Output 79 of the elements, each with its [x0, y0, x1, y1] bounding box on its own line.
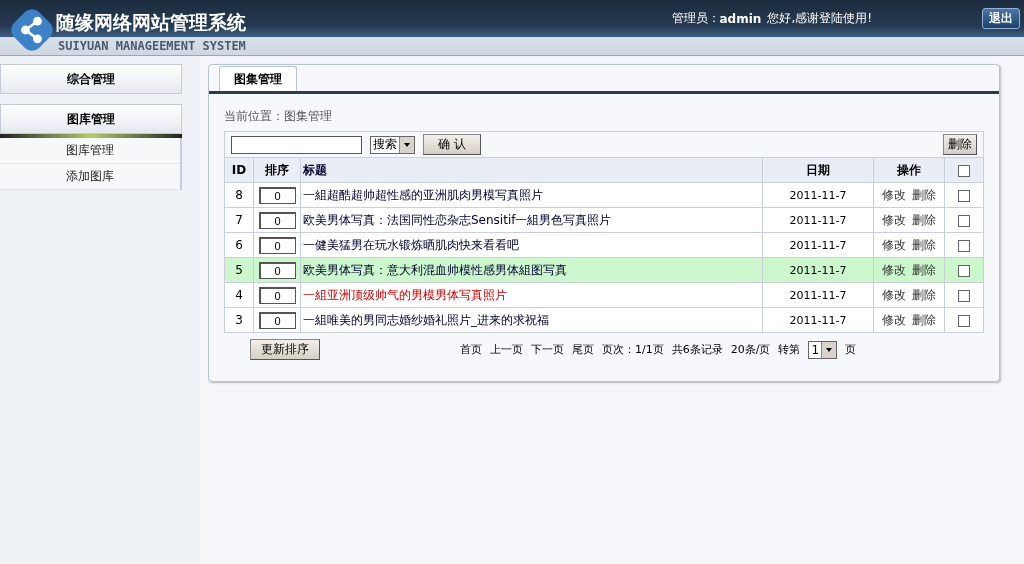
greeting-text: 您好,感谢登陆使用! [767, 10, 872, 27]
table-cell: 2011-11-7 [762, 257, 874, 283]
site-title: 随缘网络网站管理系统 [56, 9, 246, 35]
page-info-text: 页次：1/1页 [602, 342, 664, 357]
page-select[interactable]: 1 [808, 340, 838, 359]
table-cell: 3 [224, 307, 254, 333]
edit-link[interactable]: 修改 [882, 211, 906, 229]
delete-link[interactable]: 删除 [912, 311, 936, 329]
sidebar-item[interactable]: 添加图库 [0, 164, 180, 190]
edit-link[interactable]: 修改 [882, 186, 906, 204]
column-header: 标题 [300, 157, 763, 183]
sidebar-section-header[interactable]: 综合管理 [0, 64, 182, 94]
column-header: ID [224, 157, 254, 183]
update-order-button[interactable]: 更新排序 [250, 339, 320, 360]
order-field[interactable]: 0 [258, 261, 296, 279]
table-cell: 2011-11-7 [762, 307, 874, 333]
search-field[interactable] [231, 135, 362, 154]
pager-link[interactable]: 尾页 [572, 342, 594, 357]
pager-link[interactable]: 上一页 [490, 342, 523, 357]
logout-button[interactable]: 退出 [982, 8, 1020, 29]
total-text: 共6条记录 [671, 342, 723, 357]
pager-link[interactable]: 首页 [460, 342, 482, 357]
delete-link[interactable]: 删除 [912, 211, 936, 229]
delete-link[interactable]: 删除 [912, 236, 936, 254]
table-cell: 6 [224, 232, 254, 258]
admin-label: 管理员： [671, 10, 720, 27]
site-subtitle: SUIYUAN MANAGEEMENT SYSTEM [58, 39, 246, 53]
table-cell: 2011-11-7 [762, 282, 874, 308]
title-link[interactable]: 欧美男体写真：意大利混血帅模性感男体組图写真 [300, 257, 763, 283]
sidebar-section-header[interactable]: 图库管理 [0, 104, 182, 134]
delete-button[interactable]: 删除 [943, 134, 977, 155]
table-row[interactable]: 8 0 一組超酷超帅超性感的亚洲肌肉男模写真照片 2011-11-7 修改 删除 [224, 182, 984, 208]
table-cell: 2011-11-7 [762, 207, 874, 233]
goto-label: 转第 [778, 342, 801, 357]
tab[interactable]: 图集管理 [219, 66, 297, 91]
edit-link[interactable]: 修改 [882, 261, 906, 279]
delete-link[interactable]: 删除 [912, 186, 936, 204]
per-page-text: 20条/页 [730, 342, 771, 357]
table-cell: 8 [224, 182, 254, 208]
page-unit-text: 页 [845, 342, 857, 357]
table-cell: 2011-11-7 [762, 232, 874, 258]
table-row[interactable]: 5 0 欧美男体写真：意大利混血帅模性感男体組图写真 2011-11-7 修改 删除 [224, 257, 984, 283]
title-link[interactable]: 欧美男体写真：法国同性恋杂志Sensitif一組男色写真照片 [300, 207, 763, 233]
order-field[interactable]: 0 [258, 286, 296, 304]
table-row[interactable]: 6 0 一健美猛男在玩水锻炼晒肌肉快来看看吧 2011-11-7 修改 删除 [224, 232, 984, 258]
table-cell: 2011-11-7 [762, 182, 874, 208]
order-field[interactable]: 0 [258, 236, 296, 254]
select-all-checkbox[interactable] [958, 164, 970, 177]
title-link[interactable]: 一組亚洲顶级帅气的男模男体写真照片 [300, 282, 763, 308]
pager-link[interactable]: 下一页 [531, 342, 564, 357]
table-cell: 7 [224, 207, 254, 233]
row-checkbox[interactable] [958, 314, 970, 327]
row-checkbox[interactable] [958, 239, 970, 252]
table-cell: 4 [224, 282, 254, 308]
search-select[interactable]: 搜索 [370, 135, 415, 154]
admin-name: admin [719, 11, 762, 26]
title-link[interactable]: 一組唯美的男同志婚纱婚礼照片_进来的求祝福 [300, 307, 763, 333]
row-checkbox[interactable] [958, 189, 970, 202]
column-header: 日期 [762, 157, 874, 183]
delete-link[interactable]: 删除 [912, 286, 936, 304]
title-link[interactable]: 一組超酷超帅超性感的亚洲肌肉男模写真照片 [300, 182, 763, 208]
delete-link[interactable]: 删除 [912, 261, 936, 279]
confirm-button[interactable]: 确 认 [423, 134, 481, 155]
edit-link[interactable]: 修改 [882, 286, 906, 304]
row-checkbox[interactable] [958, 264, 970, 277]
table-row[interactable]: 4 0 一組亚洲顶级帅气的男模男体写真照片 2011-11-7 修改 删除 [224, 282, 984, 308]
row-checkbox[interactable] [958, 214, 970, 227]
order-field[interactable]: 0 [258, 186, 296, 204]
order-field[interactable]: 0 [258, 311, 296, 329]
table-row[interactable]: 3 0 一組唯美的男同志婚纱婚礼照片_进来的求祝福 2011-11-7 修改 删除 [224, 307, 984, 333]
title-link[interactable]: 一健美猛男在玩水锻炼晒肌肉快来看看吧 [300, 232, 763, 258]
row-checkbox[interactable] [958, 289, 970, 302]
order-field[interactable]: 0 [258, 211, 296, 229]
breadcrumb-text: 当前位置：图集管理 [224, 108, 333, 125]
edit-link[interactable]: 修改 [882, 236, 906, 254]
table-cell: 5 [224, 257, 254, 283]
sidebar-item[interactable]: 图库管理 [0, 138, 180, 164]
edit-link[interactable]: 修改 [882, 311, 906, 329]
table-row[interactable]: 7 0 欧美男体写真：法国同性恋杂志Sensitif一組男色写真照片 2011-11-7 修改 删除 [224, 207, 984, 233]
